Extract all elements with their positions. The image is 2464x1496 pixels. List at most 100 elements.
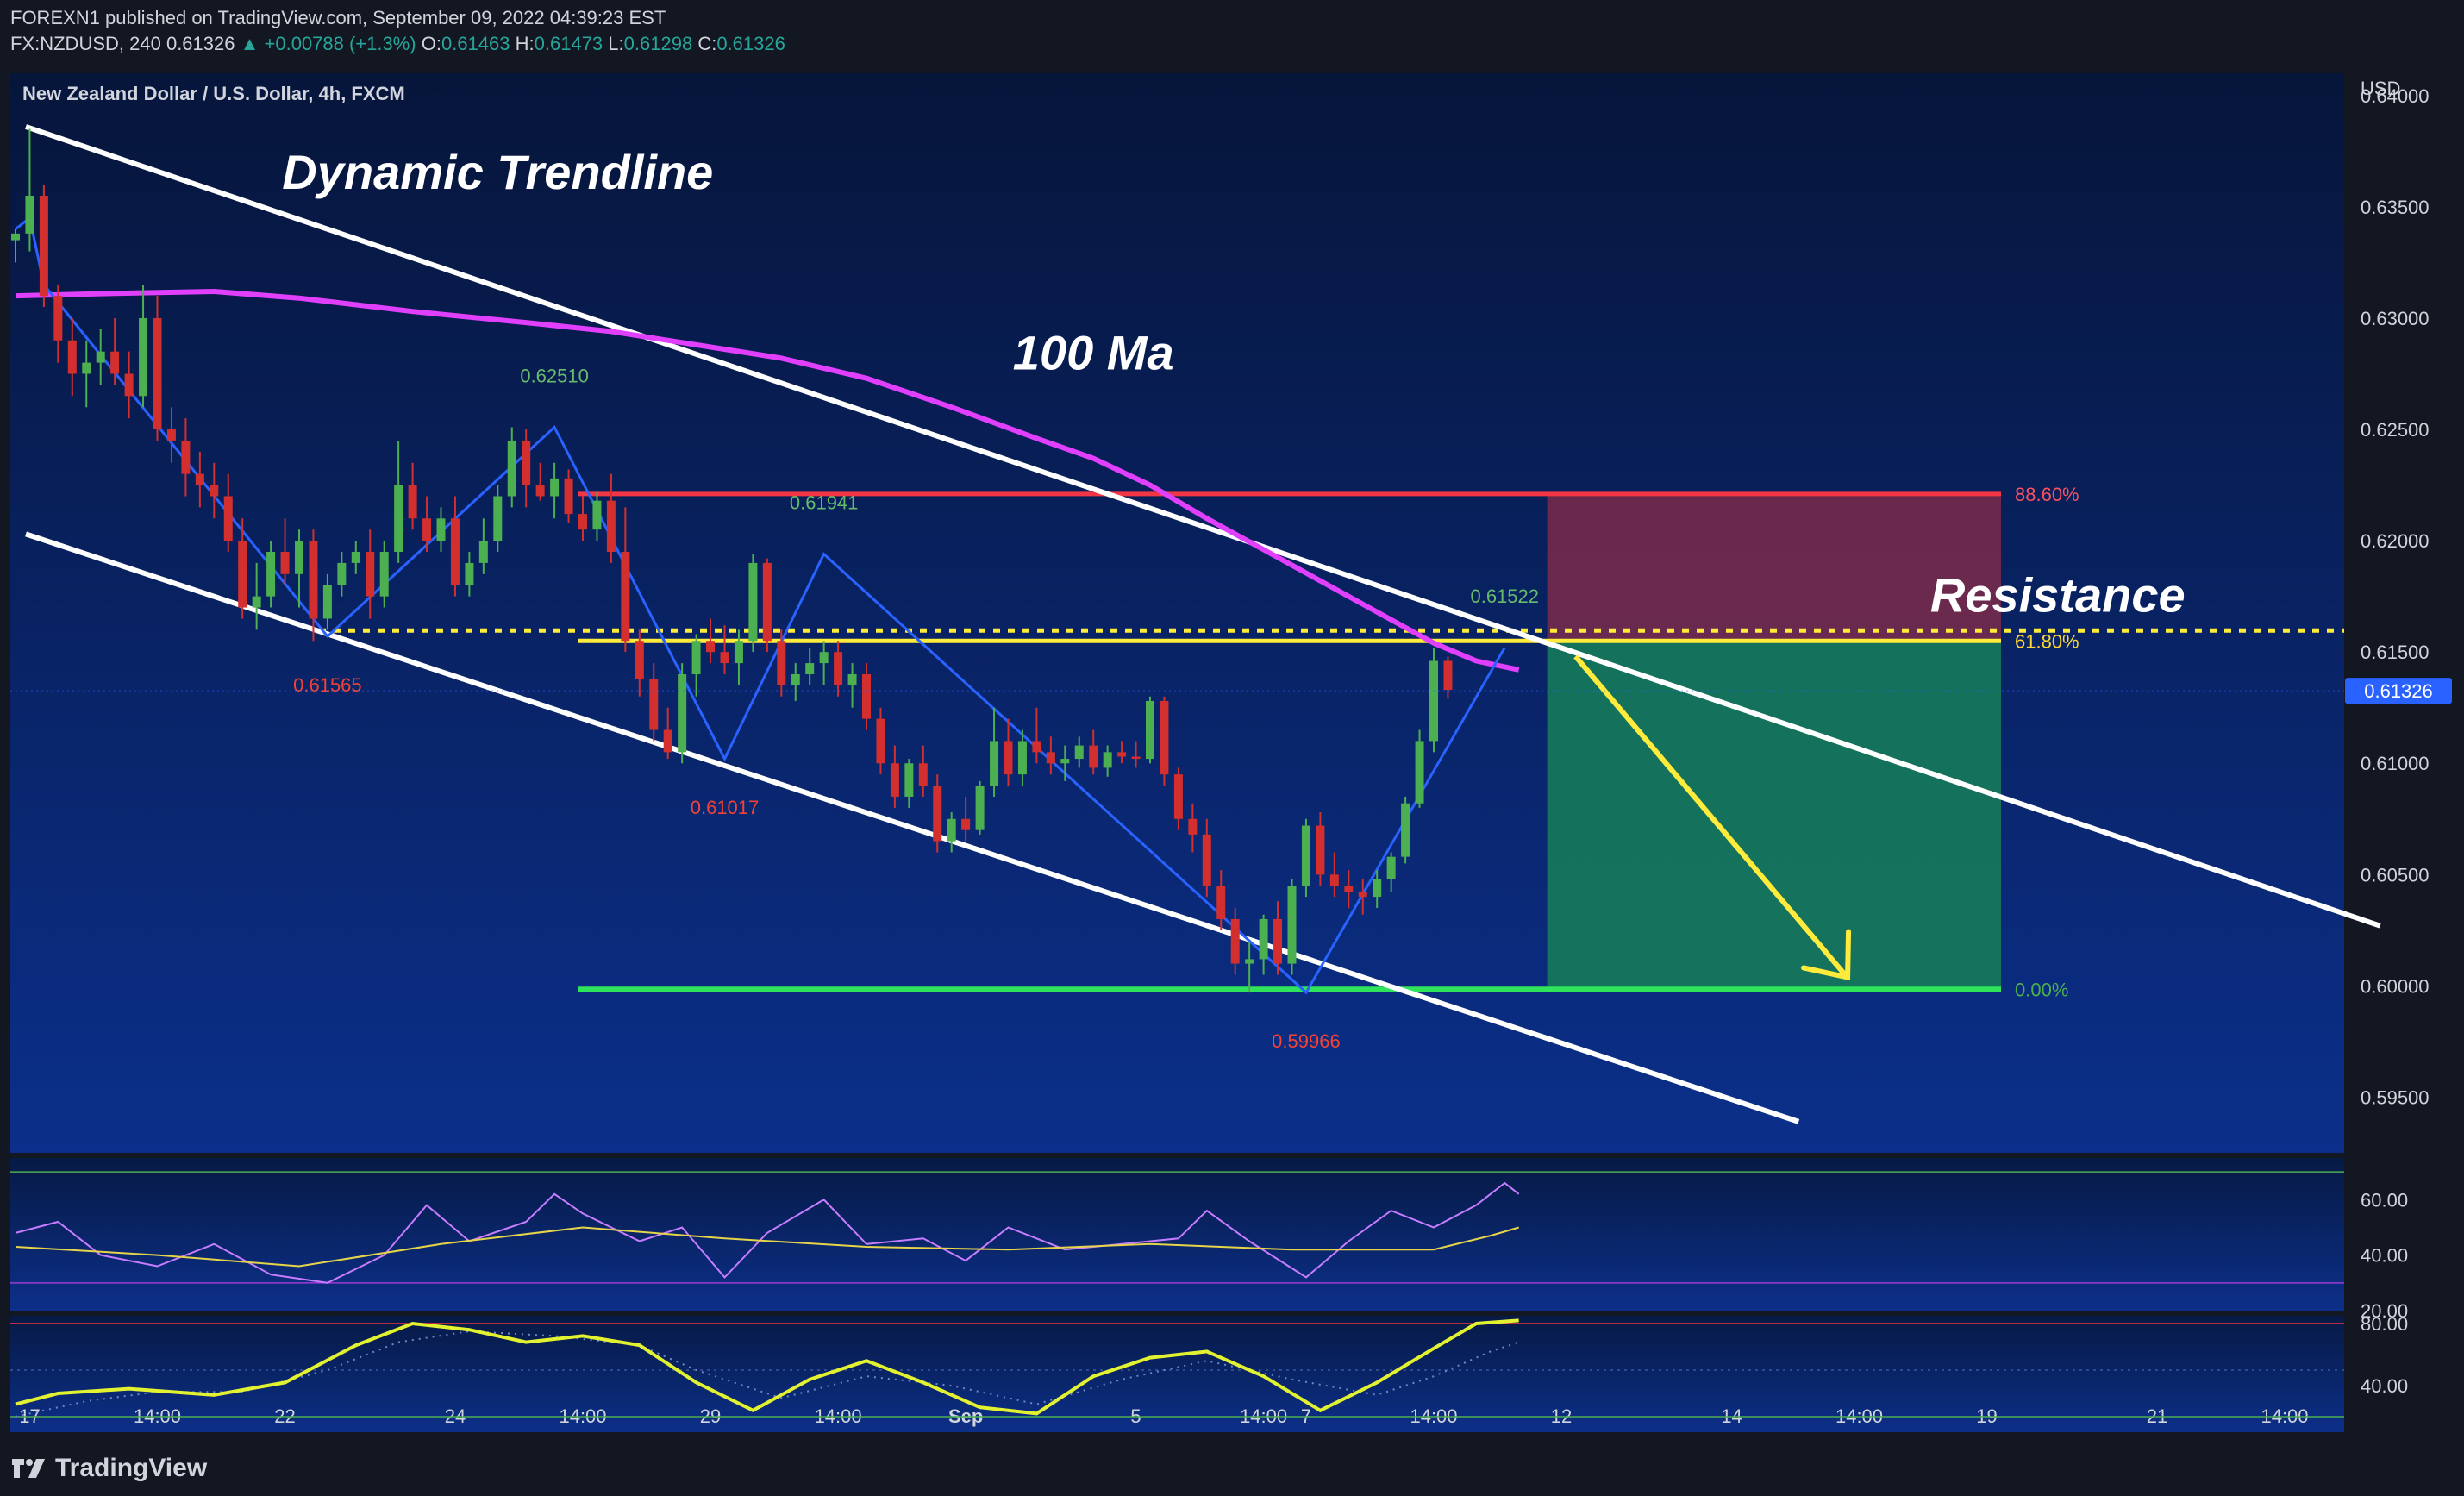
candle-body — [266, 552, 276, 597]
candle-body — [1373, 879, 1382, 898]
candle-body — [890, 763, 899, 797]
brand-name: TradingView — [55, 1454, 208, 1482]
candle-body — [379, 552, 389, 597]
pivot-label: 0.59966 — [1272, 1030, 1341, 1052]
chart-title: New Zealand Dollar / U.S. Dollar, 4h, FX… — [22, 83, 405, 104]
candle-body — [1146, 700, 1154, 760]
y-tick-label: 0.61500 — [2361, 642, 2430, 663]
candle-body — [96, 351, 105, 363]
open-value: 0.61463 — [441, 33, 510, 54]
take-profit-zone — [1547, 641, 2001, 990]
candle-body — [1259, 918, 1268, 960]
y-tick-label: 0.59500 — [2361, 1086, 2430, 1108]
candle-body — [876, 718, 885, 764]
candle-body — [1429, 660, 1438, 742]
annotation-text: Resistance — [1930, 568, 2186, 623]
tradingview-brand[interactable]: TradingView — [10, 1454, 207, 1483]
candle-body — [295, 541, 303, 574]
candle-body — [734, 641, 743, 664]
footer: TradingView — [0, 1440, 2464, 1496]
candle-body — [124, 373, 134, 397]
candle-body — [691, 641, 701, 674]
candle-body — [762, 562, 772, 642]
candle-body — [1443, 660, 1453, 691]
candle-body — [1401, 803, 1410, 857]
candle-body — [1230, 918, 1240, 964]
annotation-text: Dynamic Trendline — [282, 145, 713, 199]
candle-body — [947, 818, 956, 842]
open-label: O: — [421, 33, 441, 54]
candle-body — [408, 485, 417, 519]
candle-body — [493, 496, 503, 541]
annotation-text: 100 Ma — [1013, 325, 1174, 379]
candle-body — [1017, 741, 1027, 775]
candle-body — [465, 562, 474, 585]
candle-body — [1074, 745, 1084, 760]
y-tick-label: 0.60500 — [2361, 864, 2430, 886]
last-price: 0.61326 — [166, 33, 235, 54]
candle-body — [322, 585, 332, 619]
low-label: L: — [608, 33, 624, 54]
candle-body — [1358, 892, 1367, 898]
candle-body — [535, 485, 545, 497]
candle-body — [507, 440, 516, 497]
candle-body — [1245, 959, 1254, 964]
candle-body — [1301, 825, 1310, 886]
candle-body — [678, 673, 687, 753]
candle-body — [649, 679, 659, 730]
symbol-ohlc-bar: FX:NZDUSD, 240 0.61326 ▲ +0.00788 (+1.3%… — [10, 33, 785, 55]
change-value: ▲ +0.00788 (+1.3%) — [240, 33, 416, 54]
pivot-label: 0.61522 — [1470, 585, 1539, 607]
y-tick-label: 0.63000 — [2361, 308, 2430, 329]
candle-body — [1089, 745, 1098, 768]
candle-body — [422, 518, 432, 541]
candle-body — [67, 340, 77, 374]
high-value: 0.61473 — [534, 33, 603, 54]
candle-body — [1160, 700, 1169, 775]
candle-body — [564, 478, 573, 515]
candle-body — [11, 233, 20, 241]
candle-body — [791, 673, 800, 685]
candle-body — [1216, 886, 1226, 919]
candle-body — [592, 500, 602, 530]
candle-body — [975, 786, 985, 830]
candle-body — [606, 500, 616, 553]
header: FOREXN1 published on TradingView.com, Se… — [0, 0, 2464, 60]
symbol-label[interactable]: FX:NZDUSD, 240 — [10, 33, 161, 54]
candle-body — [578, 514, 587, 530]
candle-body — [450, 518, 460, 585]
candle-body — [1046, 752, 1055, 764]
candle-body — [1188, 818, 1198, 835]
candle-body — [252, 596, 261, 608]
y-tick-label: 0.61000 — [2361, 753, 2430, 774]
candle-body — [1173, 774, 1183, 819]
candle-body — [1273, 918, 1283, 964]
candle-body — [550, 478, 560, 497]
candle-body — [862, 673, 871, 719]
candle-body — [720, 652, 729, 664]
y-tick-label: 0.62000 — [2361, 530, 2430, 552]
candle-body — [847, 673, 857, 685]
candle-body — [933, 786, 942, 842]
fib-label-0: 0.00% — [2015, 979, 2068, 1000]
candle-body — [280, 552, 290, 574]
candle-body — [1329, 874, 1339, 886]
candle-body — [1004, 741, 1013, 775]
last-price-text: 0.61326 — [2364, 680, 2433, 702]
candle-body — [25, 195, 34, 234]
candle-body — [834, 652, 843, 685]
candle-body — [394, 485, 403, 553]
chart-canvas[interactable]: New Zealand Dollar / U.S. Dollar, 4h, FX… — [0, 60, 2464, 1440]
rsi-panel-bg — [10, 1158, 2344, 1311]
candle-body — [1060, 759, 1070, 764]
pivot-label: 0.61565 — [293, 674, 362, 696]
candle-body — [805, 663, 815, 674]
rsi-tick-label: 60.00 — [2361, 1189, 2408, 1211]
candle-body — [961, 818, 971, 830]
y-tick-label: 0.62500 — [2361, 419, 2430, 441]
candle-body — [478, 541, 488, 563]
candle-body — [110, 351, 120, 374]
candle-body — [436, 518, 446, 541]
candle-body — [990, 741, 999, 786]
fib-label-886: 88.60% — [2015, 484, 2079, 505]
